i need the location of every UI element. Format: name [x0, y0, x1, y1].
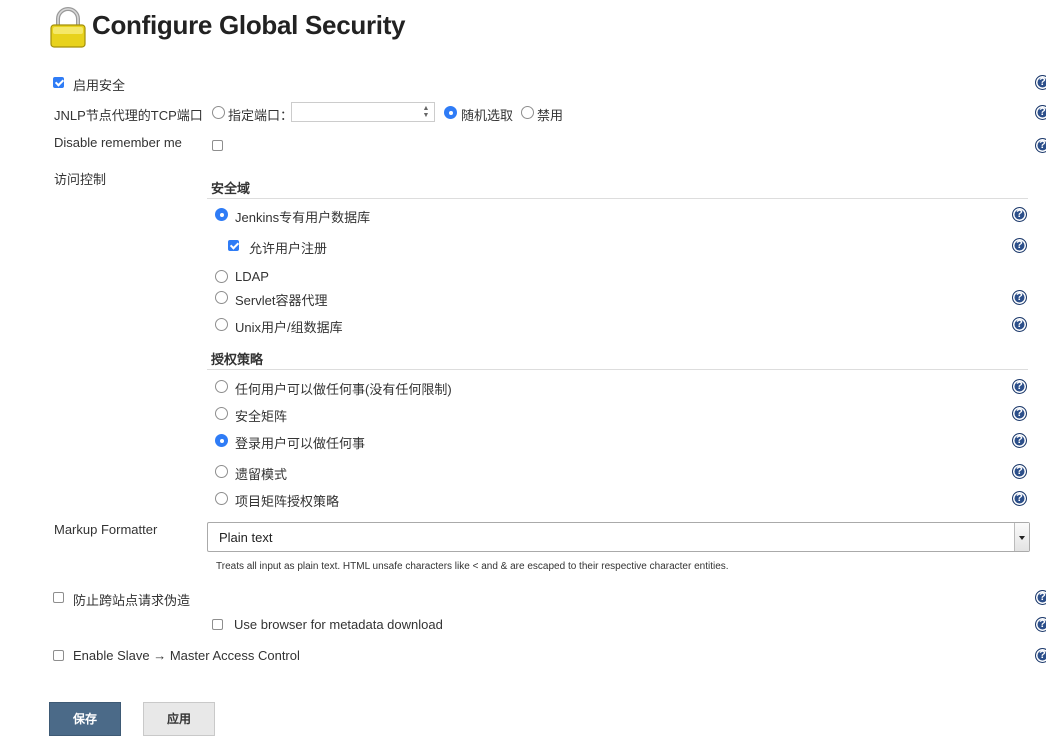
help-icon[interactable]: ?: [1035, 105, 1046, 120]
allow-signup-checkbox[interactable]: [228, 240, 239, 251]
auth-radio-matrix[interactable]: [215, 407, 228, 420]
realm-radio-unix[interactable]: [215, 318, 228, 331]
csrf-label: 防止跨站点请求伪造: [73, 593, 191, 608]
help-icon[interactable]: ?: [1012, 491, 1027, 506]
realm-heading: 安全域: [211, 181, 251, 196]
help-icon[interactable]: ?: [1012, 406, 1027, 421]
auth-option-label: 遗留模式: [235, 467, 288, 482]
jnlp-fixed-label: 指定端口：: [228, 108, 294, 123]
slave-master-label: Enable Slave → Master Access Control: [73, 648, 300, 663]
auth-radio-legacy[interactable]: [215, 465, 228, 478]
auth-option-label: 项目矩阵授权策略: [235, 494, 340, 509]
authorization-heading: 授权策略: [211, 352, 264, 367]
allow-signup-label: 允许用户注册: [249, 241, 328, 256]
realm-option-label: Unix用户/组数据库: [235, 320, 343, 335]
remember-me-checkbox[interactable]: [212, 140, 223, 151]
apply-button[interactable]: 应用: [143, 702, 215, 736]
help-icon[interactable]: ?: [1012, 207, 1027, 222]
auth-radio-project-matrix[interactable]: [215, 492, 228, 505]
jnlp-port-input[interactable]: ▲ ▼: [291, 102, 435, 122]
jnlp-disable-label: 禁用: [537, 108, 564, 123]
enable-security-label: 启用安全: [73, 78, 126, 93]
auth-radio-anyone[interactable]: [215, 380, 228, 393]
browser-metadata-checkbox[interactable]: [212, 619, 223, 630]
auth-option-label: 登录用户可以做任何事: [235, 436, 366, 451]
realm-radio-jenkins-db[interactable]: [215, 208, 228, 221]
help-icon[interactable]: ?: [1035, 138, 1046, 153]
auth-option-label: 安全矩阵: [235, 409, 288, 424]
csrf-checkbox[interactable]: [53, 592, 64, 603]
realm-radio-ldap[interactable]: [215, 270, 228, 283]
help-icon[interactable]: ?: [1012, 464, 1027, 479]
jnlp-disable-radio[interactable]: [521, 106, 534, 119]
help-icon[interactable]: ?: [1035, 590, 1046, 605]
help-icon[interactable]: ?: [1035, 648, 1046, 663]
help-icon[interactable]: ?: [1012, 317, 1027, 332]
help-icon[interactable]: ?: [1012, 379, 1027, 394]
help-icon[interactable]: ?: [1012, 238, 1027, 253]
help-icon[interactable]: ?: [1012, 433, 1027, 448]
realm-option-label: Servlet容器代理: [235, 293, 328, 308]
lock-icon: [50, 7, 86, 48]
realm-radio-servlet[interactable]: [215, 291, 228, 304]
realm-option-label: Jenkins专有用户数据库: [235, 210, 371, 225]
jnlp-random-label: 随机选取: [461, 108, 514, 123]
auth-option-label: 任何用户可以做任何事(没有任何限制): [235, 382, 452, 397]
divider: [207, 198, 1028, 199]
slave-master-checkbox[interactable]: [53, 650, 64, 661]
remember-me-label: Disable remember me: [54, 135, 182, 150]
jnlp-random-radio[interactable]: [444, 106, 457, 119]
page-title: Configure Global Security: [92, 10, 406, 40]
divider: [207, 369, 1028, 370]
auth-radio-logged-in[interactable]: [215, 434, 228, 447]
jnlp-port-label: JNLP节点代理的TCP端口: [54, 108, 203, 123]
browser-metadata-label: Use browser for metadata download: [234, 617, 443, 632]
jnlp-fixed-radio[interactable]: [212, 106, 225, 119]
markup-formatter-label: Markup Formatter: [54, 522, 158, 537]
spinner-icon[interactable]: ▲ ▼: [422, 105, 430, 119]
select-value: Plain text: [219, 530, 273, 545]
save-button[interactable]: 保存: [49, 702, 121, 736]
realm-option-label: LDAP: [235, 269, 269, 284]
help-icon[interactable]: ?: [1012, 290, 1027, 305]
markup-formatter-description: Treats all input as plain text. HTML uns…: [216, 561, 729, 572]
access-control-label: 访问控制: [54, 172, 107, 187]
help-icon[interactable]: ?: [1035, 75, 1046, 90]
enable-security-checkbox[interactable]: [53, 77, 64, 88]
chevron-down-icon[interactable]: [1014, 523, 1029, 551]
help-icon[interactable]: ?: [1035, 617, 1046, 632]
markup-formatter-select[interactable]: Plain text: [207, 522, 1030, 552]
